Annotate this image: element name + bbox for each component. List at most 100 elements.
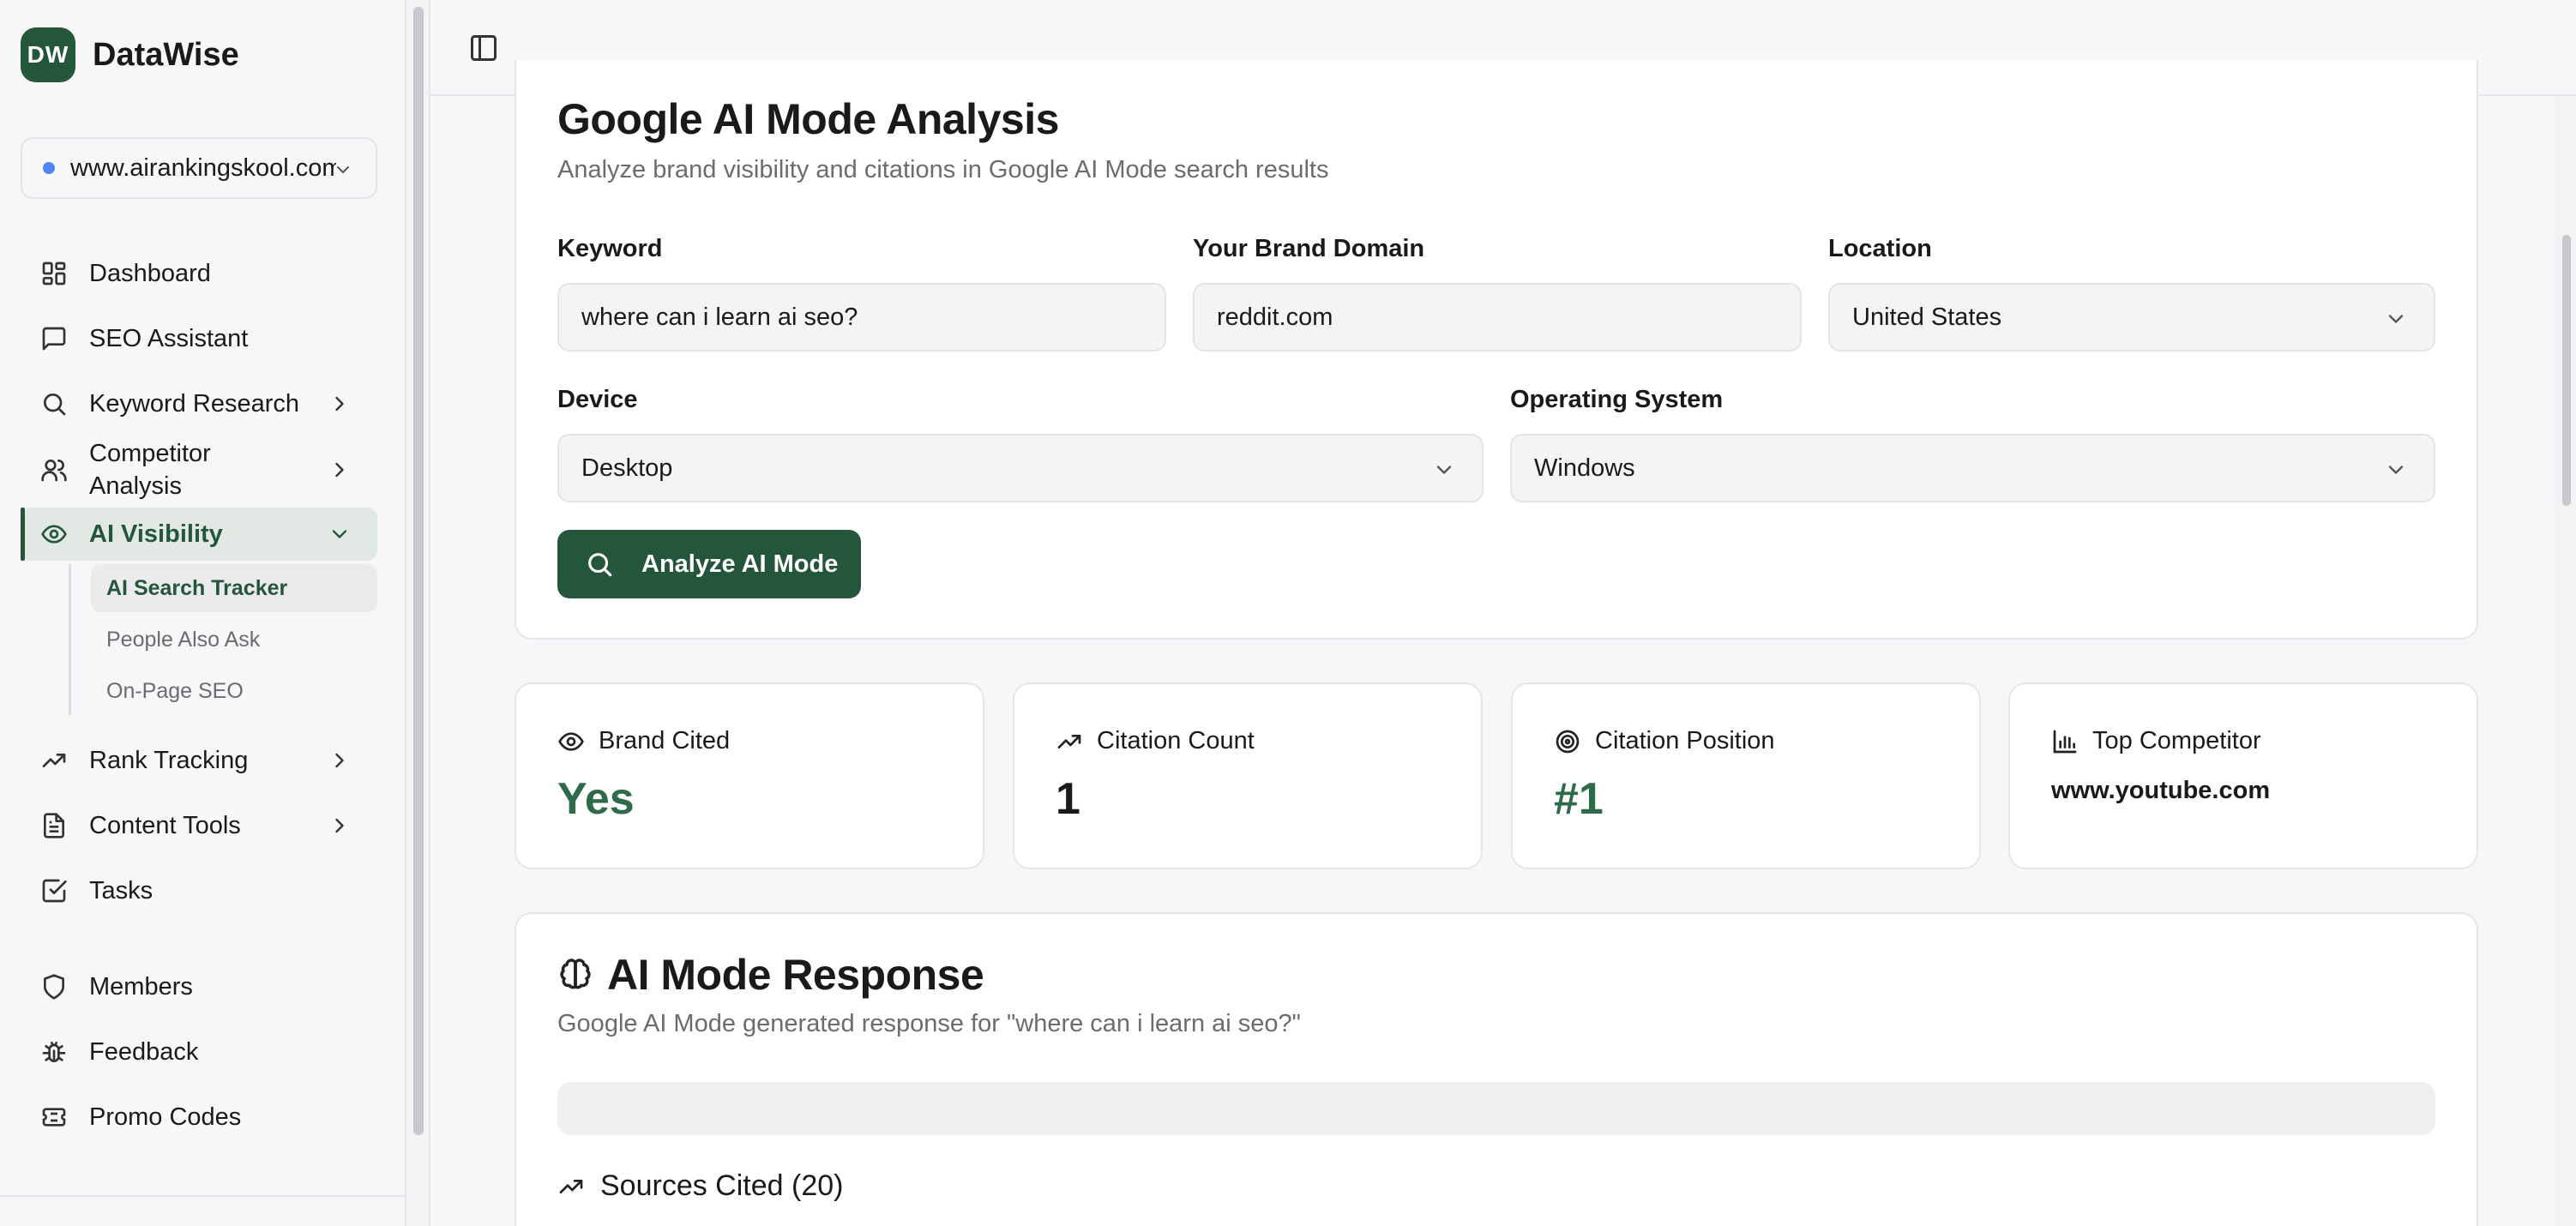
stat-label-text: Citation Position bbox=[1595, 727, 1775, 754]
location-select[interactable]: United States bbox=[1828, 283, 2435, 352]
eye-icon bbox=[39, 520, 69, 549]
stat-value: www.youtube.com bbox=[2051, 777, 2271, 804]
app-logo: DW bbox=[21, 27, 75, 82]
bar-chart-icon bbox=[2053, 730, 2077, 753]
app-name: DataWise bbox=[93, 36, 239, 73]
shield-icon bbox=[39, 972, 69, 1001]
keyword-input[interactable]: where can i learn ai seo? bbox=[557, 283, 1166, 352]
search-icon bbox=[588, 553, 612, 577]
keyword-label: Keyword bbox=[557, 235, 663, 262]
sidebar-subitem-on-page-seo[interactable]: On-Page SEO bbox=[91, 667, 377, 715]
chevron-right-icon bbox=[335, 753, 344, 768]
sources-cited-heading[interactable]: Sources Cited (20) bbox=[557, 1169, 843, 1203]
chevron-down-icon bbox=[2388, 466, 2404, 474]
sidebar: DW DataWise www.airankingskool.com Dashb… bbox=[0, 0, 406, 1226]
sidebar-item-ai-visibility[interactable]: AI Visibility bbox=[21, 508, 377, 561]
location-label: Location bbox=[1828, 235, 1932, 262]
sidebar-item-label: Tasks bbox=[89, 876, 153, 904]
chevron-down-icon bbox=[332, 530, 347, 538]
file-text-icon bbox=[39, 811, 69, 840]
active-indicator bbox=[21, 508, 25, 561]
chevron-right-icon bbox=[335, 396, 344, 412]
sidebar-item-label: Content Tools bbox=[89, 811, 241, 839]
os-label: Operating System bbox=[1510, 386, 1724, 413]
sidebar-item-label: AI Visibility bbox=[89, 520, 223, 548]
location-select-value: United States bbox=[1852, 303, 2002, 331]
sidebar-toggle-icon[interactable] bbox=[468, 33, 499, 63]
trending-up-icon bbox=[1057, 734, 1081, 748]
stat-card-brand-cited: Brand Cited Yes bbox=[515, 682, 984, 869]
sidebar-item-competitor-analysis[interactable]: Competitor Analysis bbox=[21, 436, 377, 504]
sidebar-item-dashboard[interactable]: Dashboard bbox=[21, 247, 377, 300]
brand[interactable]: DW DataWise bbox=[21, 27, 239, 82]
chevron-down-icon bbox=[2388, 315, 2404, 323]
sidebar-item-label: Rank Tracking bbox=[89, 746, 249, 774]
users-icon bbox=[39, 455, 69, 484]
stat-value: #1 bbox=[1554, 774, 1604, 824]
sidebar-item-members[interactable]: Members bbox=[21, 960, 377, 1013]
device-select[interactable]: Desktop bbox=[557, 434, 1484, 502]
message-icon bbox=[39, 324, 69, 353]
os-select-value: Windows bbox=[1534, 454, 1635, 482]
eye-icon bbox=[558, 731, 584, 751]
stat-card-citation-count: Citation Count 1 bbox=[1013, 682, 1483, 869]
target-icon bbox=[1556, 730, 1580, 753]
sidebar-item-tasks[interactable]: Tasks bbox=[21, 864, 377, 917]
brand-domain-input[interactable]: reddit.com bbox=[1193, 283, 1802, 352]
response-title: AI Mode Response bbox=[557, 950, 984, 1000]
brand-domain-label: Your Brand Domain bbox=[1193, 235, 1425, 262]
sidebar-item-feedback[interactable]: Feedback bbox=[21, 1025, 377, 1079]
stat-label-text: Top Competitor bbox=[2092, 727, 2261, 754]
sidebar-item-label: Promo Codes bbox=[89, 1103, 242, 1131]
stat-label-text: Citation Count bbox=[1097, 727, 1255, 754]
analyze-ai-mode-button[interactable]: Analyze AI Mode bbox=[557, 530, 861, 598]
sidebar-subitem-people-also-ask[interactable]: People Also Ask bbox=[91, 616, 377, 664]
sidebar-item-label: Competitor Analysis bbox=[89, 440, 211, 500]
sidebar-subitem-ai-search-tracker[interactable]: AI Search Tracker bbox=[91, 564, 377, 612]
sidebar-item-label: Dashboard bbox=[89, 259, 211, 287]
main-scrollbar[interactable] bbox=[2555, 96, 2576, 1226]
sidebar-item-promo-codes[interactable]: Promo Codes bbox=[21, 1091, 377, 1144]
stat-value: Yes bbox=[557, 774, 635, 824]
check-square-icon bbox=[39, 876, 69, 905]
device-select-value: Desktop bbox=[581, 454, 673, 482]
chevron-right-icon bbox=[335, 462, 344, 478]
response-content-placeholder bbox=[557, 1082, 2435, 1135]
stat-label: Citation Position bbox=[1554, 727, 1775, 755]
sidebar-item-label: Feedback bbox=[89, 1037, 199, 1066]
sidebar-item-rank-tracking[interactable]: Rank Tracking bbox=[21, 734, 377, 787]
response-subtitle: Google AI Mode generated response for "w… bbox=[557, 1010, 1301, 1037]
sidebar-item-seo-assistant[interactable]: SEO Assistant bbox=[21, 312, 377, 365]
os-select[interactable]: Windows bbox=[1510, 434, 2435, 502]
response-title-text: AI Mode Response bbox=[607, 951, 984, 999]
trending-up-icon bbox=[559, 1179, 583, 1193]
stat-value: 1 bbox=[1056, 774, 1080, 824]
page-title: Google AI Mode Analysis bbox=[557, 95, 1059, 143]
page-subtitle: Analyze brand visibility and citations i… bbox=[557, 156, 1329, 183]
analyze-button-label: Analyze AI Mode bbox=[641, 550, 839, 578]
chevron-down-icon bbox=[1436, 466, 1452, 474]
brain-icon bbox=[560, 959, 591, 989]
stat-label: Citation Count bbox=[1056, 727, 1255, 755]
trending-up-icon bbox=[39, 746, 69, 775]
bug-icon bbox=[39, 1037, 69, 1067]
search-icon bbox=[39, 389, 69, 418]
site-status-dot bbox=[43, 162, 55, 174]
grid-icon bbox=[39, 259, 69, 288]
chevron-right-icon bbox=[335, 818, 344, 833]
sidebar-item-keyword-research[interactable]: Keyword Research bbox=[21, 377, 377, 430]
stat-label: Top Competitor bbox=[2051, 727, 2261, 755]
stat-card-citation-position: Citation Position #1 bbox=[1511, 682, 1981, 869]
sidebar-scrollbar-thumb[interactable] bbox=[413, 7, 424, 1135]
sidebar-item-content-tools[interactable]: Content Tools bbox=[21, 799, 377, 852]
stat-card-top-competitor: Top Competitor www.youtube.com bbox=[2008, 682, 2478, 869]
sidebar-item-label: SEO Assistant bbox=[89, 324, 249, 352]
device-label: Device bbox=[557, 386, 638, 413]
site-selector[interactable]: www.airankingskool.com bbox=[21, 137, 377, 199]
submenu-guide-line bbox=[69, 564, 71, 715]
site-selector-value: www.airankingskool.com bbox=[70, 153, 336, 182]
sidebar-scrollbar[interactable] bbox=[406, 0, 430, 1226]
stat-label-text: Brand Cited bbox=[599, 727, 731, 754]
main-scrollbar-thumb[interactable] bbox=[2562, 235, 2571, 506]
sidebar-footer-divider bbox=[0, 1195, 406, 1197]
